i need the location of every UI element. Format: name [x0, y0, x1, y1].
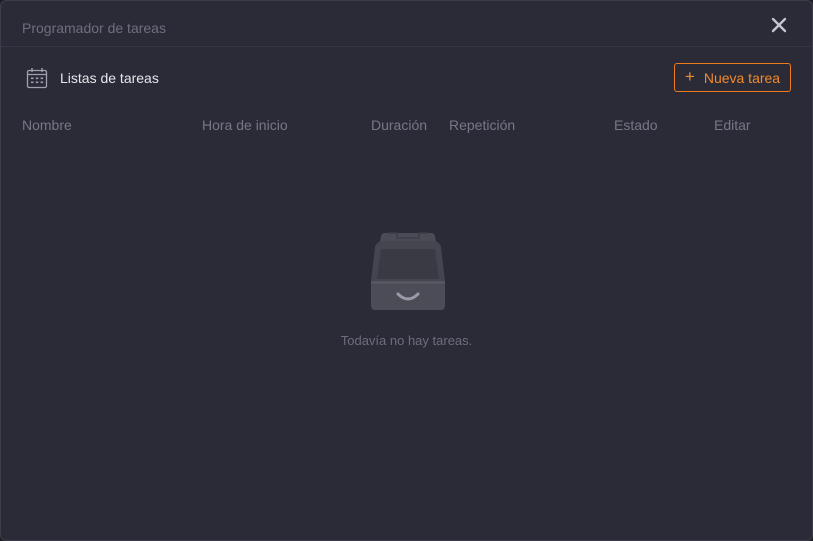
task-lists-header: Listas de tareas — [26, 67, 159, 89]
task-scheduler-window: Programador de tareas Listas de tareas +… — [0, 0, 813, 541]
column-header-start-time[interactable]: Hora de inicio — [202, 117, 288, 133]
column-header-edit[interactable]: Editar — [714, 117, 751, 133]
close-button[interactable] — [769, 15, 789, 35]
close-icon — [771, 17, 787, 33]
title-bar: Programador de tareas — [1, 1, 812, 47]
empty-state-message: Todavía no hay tareas. — [340, 333, 473, 348]
new-task-button[interactable]: + Nueva tarea — [674, 63, 791, 92]
column-header-status[interactable]: Estado — [614, 117, 658, 133]
column-header-repetition[interactable]: Repetición — [449, 117, 515, 133]
column-header-name[interactable]: Nombre — [22, 117, 72, 133]
window-title: Programador de tareas — [22, 20, 166, 36]
column-header-duration[interactable]: Duración — [371, 117, 427, 133]
section-title: Listas de tareas — [60, 70, 159, 86]
new-task-label: Nueva tarea — [703, 69, 781, 86]
plus-icon: + — [684, 67, 695, 86]
calendar-icon — [26, 68, 48, 89]
empty-tray-icon — [371, 232, 445, 310]
